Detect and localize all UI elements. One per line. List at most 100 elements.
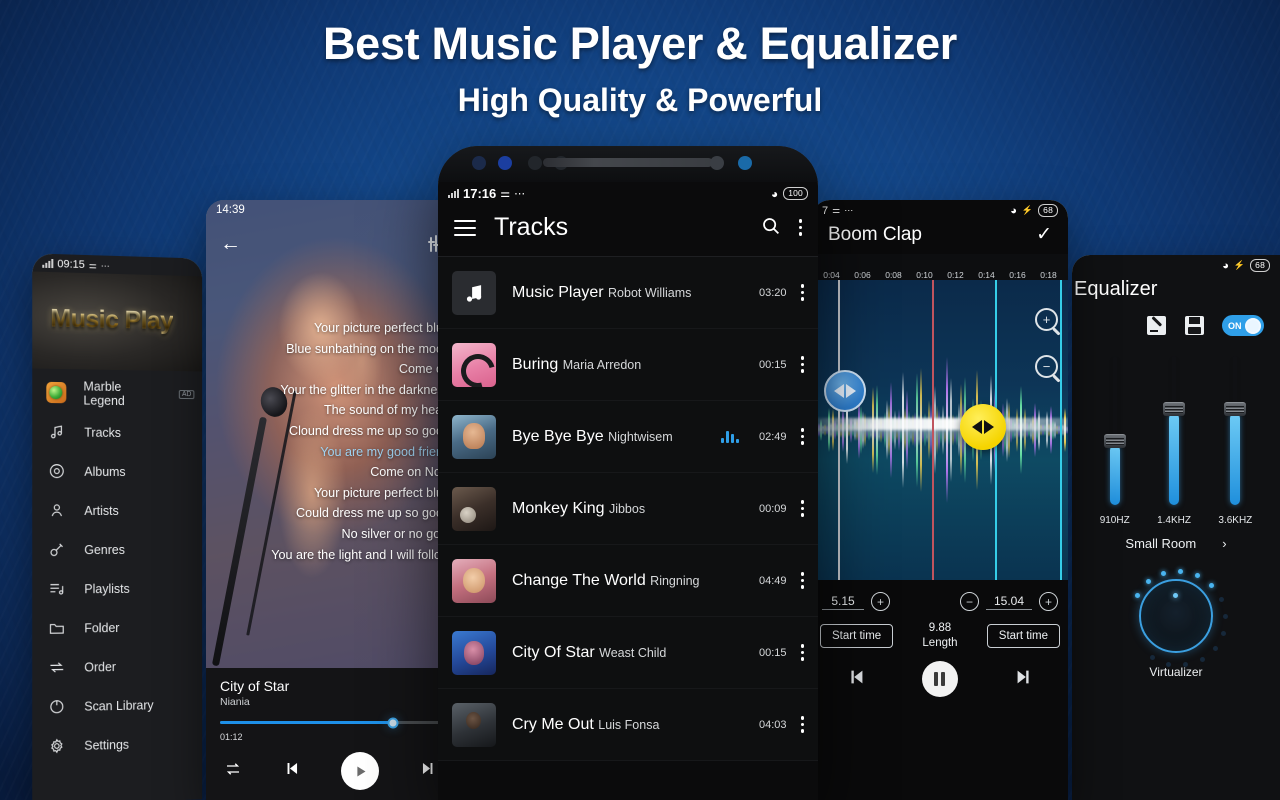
lyrics-list: Your picture perfect blue Blue sunbathin… <box>206 318 456 565</box>
track-overflow-icon[interactable] <box>800 716 804 733</box>
equalizer-toggle[interactable]: ON <box>1222 315 1264 336</box>
track-overflow-icon[interactable] <box>800 572 804 589</box>
end-increment-button[interactable]: + <box>1039 592 1058 611</box>
length-value: 9.88 <box>928 622 952 634</box>
end-value[interactable]: 15.04 <box>985 594 1032 610</box>
signal-icon <box>448 188 459 198</box>
sidebar-item-scan-library[interactable]: Scan Library <box>32 685 202 727</box>
ruler-tick: 0:18 <box>1033 270 1064 285</box>
status-bar: ◕ ⚡ 68 <box>1072 255 1280 274</box>
phone-lyrics: 14:39 ◕ ← Your picture perfect blue Blue… <box>206 200 456 800</box>
sidebar-item-folder[interactable]: Folder <box>32 607 202 648</box>
sidebar-item-label: Settings <box>84 737 130 753</box>
table-row[interactable]: Bye Bye Bye Nightwisem 02:49 <box>438 401 818 473</box>
playlist-icon <box>46 578 67 599</box>
band-slider-fill <box>1109 445 1120 505</box>
elapsed-time: 01:12 <box>220 732 243 742</box>
seek-knob[interactable] <box>387 717 399 728</box>
band-slider-track[interactable] <box>1224 356 1247 505</box>
track-overflow-icon[interactable] <box>800 500 804 517</box>
hamburger-menu-icon[interactable] <box>454 215 476 241</box>
room-preset-label: Small Room <box>1125 536 1197 551</box>
table-row[interactable]: Monkey King Jibbos 00:09 <box>438 473 818 545</box>
table-row[interactable]: Change The World Ringning 04:49 <box>438 545 818 617</box>
battery-indicator: 68 <box>1038 204 1058 217</box>
sidebar-item-order[interactable]: Order <box>32 646 202 688</box>
band-slider-grip[interactable] <box>1103 434 1126 449</box>
play-icon[interactable] <box>341 752 379 790</box>
sidebar-item-playlists[interactable]: Playlists <box>32 569 202 609</box>
equalizer-bands: 910HZ 1.4KHZ 3.6KHZ <box>1072 336 1280 526</box>
right-trim-handle[interactable] <box>960 404 1006 450</box>
previous-track-icon[interactable] <box>845 666 867 693</box>
left-trim-handle[interactable] <box>824 370 866 412</box>
more-vertical-icon[interactable] <box>798 219 802 236</box>
zoom-in-icon[interactable]: + <box>1035 308 1058 331</box>
table-row[interactable]: Buring Maria Arredon 00:15 <box>438 329 818 401</box>
track-overflow-icon[interactable] <box>800 356 804 373</box>
check-icon[interactable]: ✓ <box>1036 223 1052 246</box>
playhead-line[interactable] <box>932 280 934 580</box>
sidebar-item-genres[interactable]: Genres <box>32 530 202 569</box>
next-track-icon[interactable] <box>1013 666 1035 693</box>
repeat-icon[interactable] <box>224 760 242 783</box>
end-decrement-button[interactable]: − <box>959 592 979 611</box>
selection-start-line[interactable] <box>838 280 840 580</box>
ruler-tick: 0:16 <box>1002 270 1033 285</box>
charging-icon: ⚡ <box>1233 260 1246 270</box>
room-preset-selector[interactable]: Small Room › <box>1072 536 1280 551</box>
ruler-tick: 0:10 <box>909 270 940 285</box>
start-increment-button[interactable]: + <box>871 592 890 611</box>
search-icon[interactable] <box>760 215 781 241</box>
track-artist: Jibbos <box>608 502 646 516</box>
more-icon: ⋯ <box>844 205 854 215</box>
sidebar-item-marble-legend[interactable]: Marble Legend AD <box>32 372 202 414</box>
device-notch-area <box>438 146 818 182</box>
phone-lyrics-screen: 14:39 ◕ ← Your picture perfect blue Blue… <box>206 200 456 800</box>
track-overflow-icon[interactable] <box>800 284 804 301</box>
track-overflow-icon[interactable] <box>800 428 804 445</box>
sidebar-item-artists[interactable]: Artists <box>32 491 202 530</box>
gear-icon <box>46 735 67 757</box>
equalizer-title: Equalizer <box>1074 278 1158 300</box>
band-slider-fill <box>1230 412 1241 505</box>
status-bar: 14:39 ◕ <box>206 200 456 218</box>
sidebar-item-tracks[interactable]: Tracks <box>32 412 202 453</box>
seek-bar[interactable] <box>220 717 442 728</box>
pause-icon[interactable] <box>921 661 958 697</box>
virtualizer-knob[interactable] <box>1135 569 1228 668</box>
start-value[interactable]: 5.15 <box>822 594 864 610</box>
track-thumbnail <box>452 414 496 459</box>
table-row[interactable]: Cry Me Out Luis Fonsa 04:03 <box>438 689 818 761</box>
back-arrow-icon[interactable]: ← <box>220 233 241 254</box>
start-time-left-button[interactable]: Start time <box>820 624 894 648</box>
band-slider-grip[interactable] <box>1224 401 1247 416</box>
track-overflow-icon[interactable] <box>800 644 804 661</box>
wifi-icon: ◕ <box>1222 259 1229 272</box>
band-slider-grip[interactable] <box>1163 401 1186 416</box>
save-icon[interactable] <box>1184 316 1204 336</box>
table-row[interactable]: Music Player Robot Williams 03:20 <box>438 257 818 329</box>
folder-icon <box>46 618 67 639</box>
sidebar-item-settings[interactable]: Settings <box>32 723 202 766</box>
start-time-right-button[interactable]: Start time <box>986 624 1060 648</box>
zoom-out-icon[interactable]: − <box>1035 355 1058 378</box>
sensor-dot <box>710 156 724 170</box>
next-track-icon[interactable] <box>419 759 438 783</box>
sidebar-item-albums[interactable]: Albums <box>32 451 202 491</box>
table-row[interactable]: City Of Star Weast Child 00:15 <box>438 617 818 689</box>
toggle-knob <box>1245 317 1261 334</box>
band-label: 910HZ <box>1099 515 1130 526</box>
band-slider-track[interactable] <box>1163 356 1186 505</box>
lyric-line-active: You are my good friend <box>320 444 450 459</box>
game-app-icon <box>46 381 67 404</box>
status-bar: 17:16 ⚌ ⋯ ◕ 100 <box>438 182 818 203</box>
edit-preset-icon[interactable] <box>1146 316 1166 336</box>
track-artist: Maria Arredon <box>562 358 642 372</box>
previous-track-icon[interactable] <box>282 759 301 783</box>
camera-dot <box>472 156 486 170</box>
band-slider-track[interactable] <box>1103 356 1126 505</box>
lyric-line: Your picture perfect blue <box>313 485 450 500</box>
waveform-canvas[interactable]: + − <box>812 280 1068 580</box>
ruler-tick: 0:12 <box>940 270 971 285</box>
